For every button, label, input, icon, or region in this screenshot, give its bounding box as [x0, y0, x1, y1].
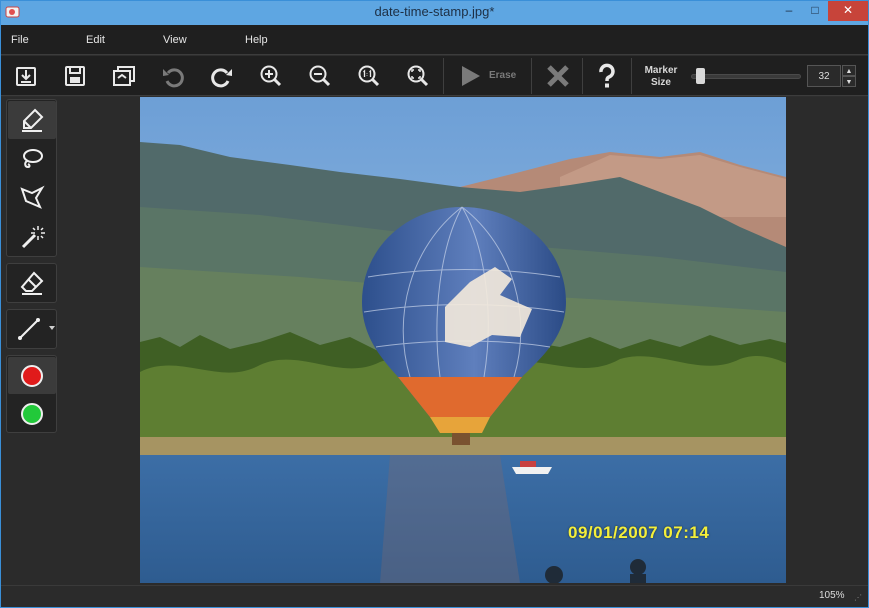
minimize-button[interactable]: –: [776, 1, 802, 21]
eraser-tool-group: [6, 263, 57, 303]
spin-up-button[interactable]: ▲: [842, 65, 856, 76]
marker-size-label-line1: Marker: [644, 65, 678, 76]
tool-panel: [1, 97, 61, 585]
toolbar-separator: [531, 58, 532, 94]
menu-edit[interactable]: Edit: [86, 34, 105, 46]
polygon-lasso-icon: [20, 185, 45, 209]
help-icon: [599, 63, 615, 88]
selection-tools-group: [6, 99, 57, 257]
eraser-tool-button[interactable]: [8, 264, 56, 302]
undo-button[interactable]: [157, 60, 189, 92]
line-tool-button[interactable]: [8, 310, 50, 348]
open-button[interactable]: [10, 60, 42, 92]
resize-grip-icon[interactable]: ⋰: [854, 593, 864, 603]
marker-tool-button[interactable]: [8, 101, 56, 139]
close-icon: ✕: [842, 3, 854, 17]
right-panel: [786, 97, 868, 585]
help-button[interactable]: [591, 60, 623, 92]
undo-icon: [163, 68, 184, 88]
save-button[interactable]: [59, 60, 91, 92]
lasso-tool-button[interactable]: [8, 140, 56, 178]
marker-size-label-line2: Size: [650, 77, 671, 88]
redo-icon: [211, 68, 232, 88]
line-tool-dropdown-icon[interactable]: [49, 326, 55, 331]
marker-size-label: Marker Size: [637, 65, 685, 89]
erase-run-button[interactable]: [454, 60, 486, 92]
app-window: date-time-stamp.jpg* – □ ✕ File Edit Vie…: [0, 0, 869, 608]
polygon-lasso-tool-button[interactable]: [8, 179, 56, 217]
marker-size-slider[interactable]: [691, 74, 801, 79]
menu-file[interactable]: File: [11, 34, 29, 46]
photo-canvas[interactable]: 09/01/2007 07:14: [140, 97, 786, 583]
line-tool-group: [6, 309, 57, 349]
maximize-icon: □: [811, 3, 819, 17]
fit-to-window-button[interactable]: [402, 60, 434, 92]
toolbar: Erase Marker Size 32 ▲ ▼: [1, 56, 868, 96]
canvas-area[interactable]: 09/01/2007 07:14: [61, 97, 868, 585]
title-bar[interactable]: date-time-stamp.jpg* – □ ✕: [1, 1, 868, 25]
marker-size-slider-thumb[interactable]: [695, 68, 705, 84]
marker-size-input[interactable]: 32: [807, 65, 841, 87]
save-icon: [65, 66, 85, 86]
balloon-photo: [140, 97, 786, 583]
status-bar: 105% ⋰: [1, 585, 868, 607]
red-marker-color-button[interactable]: [8, 357, 56, 394]
green-marker-color-button[interactable]: [8, 395, 56, 432]
color-group: [6, 355, 57, 433]
actual-size-icon: [358, 65, 380, 87]
spin-down-button[interactable]: ▼: [842, 76, 856, 87]
batch-button[interactable]: [108, 60, 140, 92]
magic-wand-tool-button[interactable]: [8, 218, 56, 256]
eraser-icon: [20, 271, 44, 295]
zoom-out-icon: [309, 65, 331, 87]
date-time-stamp: 09/01/2007 07:14: [568, 523, 710, 542]
magic-wand-icon: [21, 226, 45, 249]
red-color-swatch: [21, 364, 43, 387]
zoom-in-button[interactable]: [255, 60, 287, 92]
menu-help[interactable]: Help: [245, 34, 268, 46]
play-icon: [462, 66, 480, 86]
close-button[interactable]: ✕: [828, 1, 868, 21]
toolbar-separator: [582, 58, 583, 94]
redo-button[interactable]: [206, 60, 238, 92]
cancel-button[interactable]: [542, 60, 574, 92]
line-tool-icon: [18, 318, 40, 340]
maximize-button[interactable]: □: [802, 1, 828, 21]
import-icon: [16, 67, 36, 86]
green-color-swatch: [21, 402, 43, 425]
zoom-level: 105%: [819, 590, 845, 601]
actual-size-button[interactable]: [353, 60, 385, 92]
window-title: date-time-stamp.jpg*: [374, 4, 495, 19]
marker-icon: [22, 108, 44, 132]
zoom-out-button[interactable]: [304, 60, 336, 92]
zoom-in-icon: [260, 65, 282, 87]
toolbar-separator: [631, 58, 632, 94]
cancel-icon: [547, 65, 569, 87]
lasso-icon: [23, 149, 43, 169]
batch-icon: [113, 66, 135, 86]
menu-view[interactable]: View: [163, 34, 187, 46]
minimize-icon: –: [785, 3, 793, 17]
fit-icon: [407, 65, 429, 87]
toolbar-separator: [443, 58, 444, 94]
erase-label[interactable]: Erase: [489, 70, 516, 81]
menu-bar: File Edit View Help: [1, 25, 868, 55]
